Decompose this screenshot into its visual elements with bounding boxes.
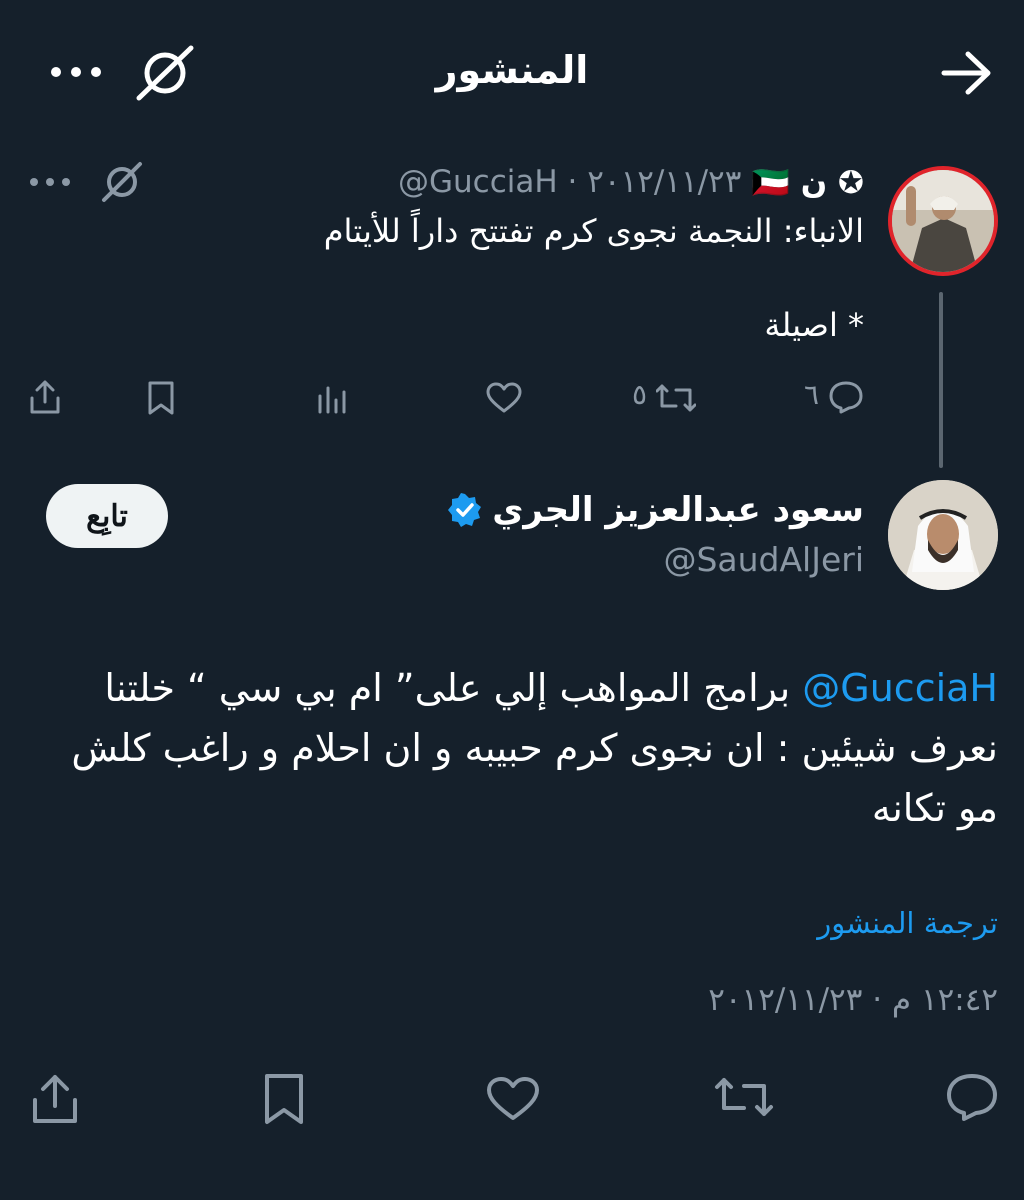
tweet-detail-screen: المنشور ✪ ن 🇰🇼 @GucciaH · ٢٠١٢/١١/٢٣ الا… — [0, 0, 1024, 1200]
parent-tweet-text: الانباء: النجمة نجوى كرم تفتتح داراً للأ… — [323, 212, 864, 250]
translate-post-link[interactable]: ترجمة المنشور — [817, 906, 998, 940]
reply-count: ٦ — [804, 378, 820, 411]
parent-more-icon[interactable] — [28, 174, 72, 190]
tweet-text-line-3: مو تكانه — [871, 786, 998, 830]
parent-tweet-meta: ✪ ن 🇰🇼 @GucciaH · ٢٠١٢/١١/٢٣ — [398, 162, 864, 202]
author-name: سعود عبدالعزيز الجري — [492, 490, 864, 530]
author-handle[interactable]: @SaudAlJeri — [663, 540, 864, 579]
repost-count: ٥ — [632, 378, 648, 411]
tweet-text-line-1: @GucciaH برامج المواهب إلي على” ام بي سي… — [38, 658, 998, 718]
main-repost-icon[interactable] — [714, 1074, 774, 1120]
views-icon[interactable] — [316, 382, 348, 414]
tweet-text: @GucciaH برامج المواهب إلي على” ام بي سي… — [38, 658, 998, 838]
parent-tweet-text-2: * اصيلة — [764, 306, 864, 344]
avatar-image — [888, 480, 998, 590]
more-options-icon[interactable] — [48, 62, 104, 82]
main-share-icon[interactable] — [30, 1072, 80, 1126]
reply-icon[interactable] — [828, 380, 864, 414]
grok-icon[interactable] — [134, 44, 196, 102]
repost-icon[interactable] — [656, 382, 696, 414]
bookmark-icon[interactable] — [146, 380, 176, 416]
main-reply-icon[interactable] — [944, 1072, 1000, 1122]
thread-connector-line — [939, 292, 943, 468]
parent-handle-date[interactable]: @GucciaH · ٢٠١٢/١١/٢٣ — [398, 164, 741, 200]
author-avatar[interactable] — [888, 480, 998, 590]
main-like-icon[interactable] — [486, 1076, 540, 1122]
parent-grok-icon[interactable] — [100, 160, 144, 204]
main-bookmark-icon[interactable] — [262, 1072, 306, 1126]
parent-author-name[interactable]: ✪ ن 🇰🇼 — [751, 164, 864, 201]
tweet-text-line-1-rest: برامج المواهب إلي على” ام بي سي “ خلتنا — [104, 666, 803, 710]
author-name-row[interactable]: سعود عبدالعزيز الجري — [448, 490, 864, 530]
follow-button[interactable]: تابِع — [46, 484, 168, 548]
mention-link[interactable]: @GucciaH — [802, 666, 998, 710]
verified-badge-icon — [448, 493, 482, 527]
share-icon[interactable] — [28, 378, 62, 416]
parent-author-avatar[interactable] — [888, 166, 998, 276]
tweet-text-line-2: نعرف شيئين : ان نجوى كرم حبيبه و ان احلا… — [71, 726, 998, 770]
like-icon[interactable] — [486, 382, 522, 414]
avatar-image — [892, 170, 994, 272]
tweet-timestamp[interactable]: ١٢:٤٢ م · ٢٠١٢/١١/٢٣ — [708, 982, 998, 1018]
